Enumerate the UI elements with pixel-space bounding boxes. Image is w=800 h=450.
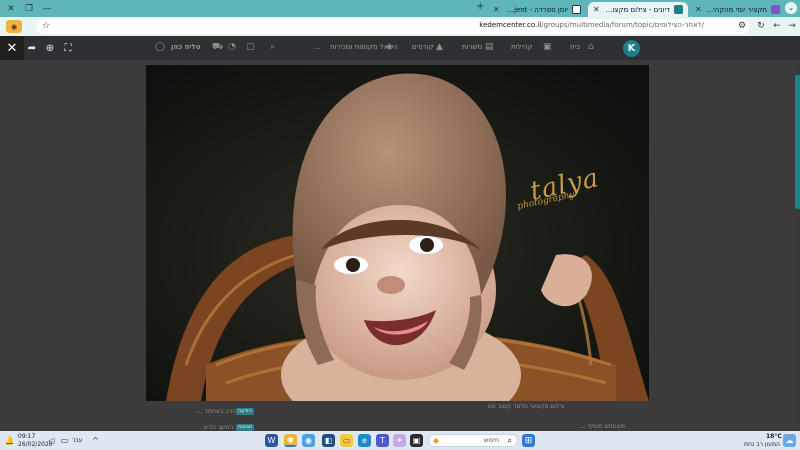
taskbar-search[interactable]: ⌕ חיפוש ◆ (428, 434, 518, 447)
reply-name: משתמש מוסיף ... (580, 423, 625, 430)
reload-icon[interactable]: ↻ (755, 20, 767, 32)
search-highlight-icon: ◆ (433, 436, 440, 445)
weather-desc[interactable]: המעון רב נחת (744, 441, 780, 448)
tab-discussions[interactable]: דיונים - צילום מקצועי | ✕ (588, 2, 688, 17)
search-placeholder: חיפוש (484, 437, 499, 444)
edge-icon[interactable]: e (358, 434, 371, 447)
notification-bell-icon[interactable]: 🔔 (3, 434, 16, 447)
close-tab-icon[interactable]: ✕ (695, 5, 702, 14)
tab-strip: ✕ ❐ — ⌄ תקציר יומי מהקהילה שלך | הכ... ✕… (0, 0, 800, 17)
chat-icon[interactable]: ▣ (543, 42, 552, 52)
back-icon[interactable]: → (786, 20, 798, 32)
teams-icon[interactable]: T (376, 434, 389, 447)
file-explorer-icon[interactable]: ▭ (340, 434, 353, 447)
nav-communities[interactable]: קהילות (511, 43, 533, 51)
cart-icon[interactable]: ⛟ (212, 42, 223, 53)
kedem-favicon-icon (674, 5, 683, 14)
close-window-icon[interactable]: ✕ (2, 0, 20, 17)
tray-expand-icon[interactable]: ^ (89, 434, 102, 447)
babyjent-favicon-icon (572, 5, 581, 14)
briefcase-icon[interactable]: ▤ (485, 42, 494, 52)
notifications-icon[interactable]: ◔ (228, 42, 236, 52)
browser-toolbar: → ← ↻ ◉ ☆ ⚙ kedemcenter.co.il/groups/mul… (0, 17, 800, 36)
taskbar: ☁ 18°C המעון רב נחת ⊞ ⌕ חיפוש ◆ ▣ ✦ T e … (0, 431, 800, 450)
browser-window: ✕ ❐ — ⌄ תקציר יומי מהקהילה שלך | הכ... ✕… (0, 0, 800, 450)
word-icon[interactable]: W (265, 434, 278, 447)
taskview-icon[interactable]: ▣ (410, 434, 423, 447)
fullscreen-icon: ⛶ (64, 42, 72, 54)
nav-jobs[interactable]: משרות (462, 43, 482, 51)
address-bar[interactable]: ☆ ⚙ kedemcenter.co.il/groups/multimedia/… (36, 19, 750, 34)
tab-community-digest[interactable]: תקציר יומי מהקהילה שלך | הכ... ✕ (690, 2, 785, 17)
close-icon: ✕ (6, 40, 18, 56)
nav-courses[interactable]: קורסים (412, 43, 434, 51)
search-icon[interactable]: ⌕ (270, 42, 275, 52)
chrome-icon-1[interactable]: ◉ (302, 434, 315, 447)
clock-time[interactable]: 09:17 (18, 433, 35, 440)
site-header: ⌂ בית ▣ קהילות ▤ משרות ▲ קורסים ◈ השאל מ… (0, 36, 800, 60)
restore-window-icon[interactable]: ❐ (20, 0, 38, 17)
caption-right: צילום מקצועי מלמד קשוב עם (488, 403, 565, 410)
share-icon: ➦ (27, 42, 37, 54)
nav-home[interactable]: בית (570, 43, 580, 51)
chrome-icon-2[interactable]: ◉ (284, 434, 297, 447)
store-icon[interactable]: ◧ (322, 434, 335, 447)
weather-icon[interactable]: ☁ (783, 434, 796, 447)
minimize-window-icon[interactable]: — (38, 0, 56, 17)
site-info-icon[interactable]: ⚙ (736, 20, 748, 32)
bookmark-star-icon[interactable]: ☆ (40, 20, 52, 32)
close-tab-icon[interactable]: ✕ (493, 5, 500, 14)
viewer-photo[interactable] (146, 65, 649, 401)
extension-icon[interactable]: ◉ (6, 20, 22, 33)
start-icon[interactable]: ⊞ (522, 434, 535, 447)
tab-babyjent[interactable]: יומן ספרדה - Babyjent ✕ (488, 2, 586, 17)
caption-left: יהודה באחמד ... (197, 408, 240, 415)
fullscreen-button[interactable]: ⛶ (60, 40, 76, 56)
copilot-icon[interactable]: ✦ (393, 434, 406, 447)
home-icon[interactable]: ⌂ (588, 42, 594, 52)
follow-label[interactable]: המשך הדיון (204, 424, 233, 431)
new-tab-icon[interactable]: + (476, 1, 484, 12)
url-text: kedemcenter.co.il/groups/multimedia/foru… (479, 21, 704, 29)
tag-badge-2: תגובות (236, 424, 255, 431)
scrollbar-thumb[interactable] (795, 75, 800, 209)
nav-more[interactable]: ... (314, 43, 321, 51)
close-viewer-button[interactable]: ✕ (0, 36, 24, 60)
tag-badge: הודעה (236, 408, 254, 415)
forward-icon[interactable]: ← (771, 20, 783, 32)
site-logo[interactable]: K (623, 40, 640, 57)
share-button[interactable]: ➦ (24, 40, 40, 56)
language-indicator[interactable]: עבר (72, 437, 83, 444)
close-tab-icon[interactable]: ✕ (593, 5, 600, 14)
nav-marketplace[interactable]: השאל מקומות ומכירות (330, 43, 398, 51)
tab-search-icon[interactable]: ⌄ (785, 2, 797, 14)
search-icon: ⌕ (507, 436, 512, 445)
graduation-icon[interactable]: ▲ (436, 42, 443, 52)
zoom-button[interactable]: ⊕ (42, 40, 58, 56)
clock-date[interactable]: 26/02/2026 (18, 441, 53, 448)
user-name[interactable]: טליה כהן (171, 43, 200, 51)
site-favicon-icon (771, 5, 780, 14)
network-icon[interactable]: ▭ (58, 434, 71, 447)
weather-temp[interactable]: 18°C (766, 433, 782, 440)
avatar[interactable]: ◯ (155, 42, 165, 52)
baby-photo-illustration (146, 65, 649, 401)
messages-icon[interactable]: ▢ (246, 42, 255, 52)
zoom-in-icon: ⊕ (45, 42, 55, 54)
